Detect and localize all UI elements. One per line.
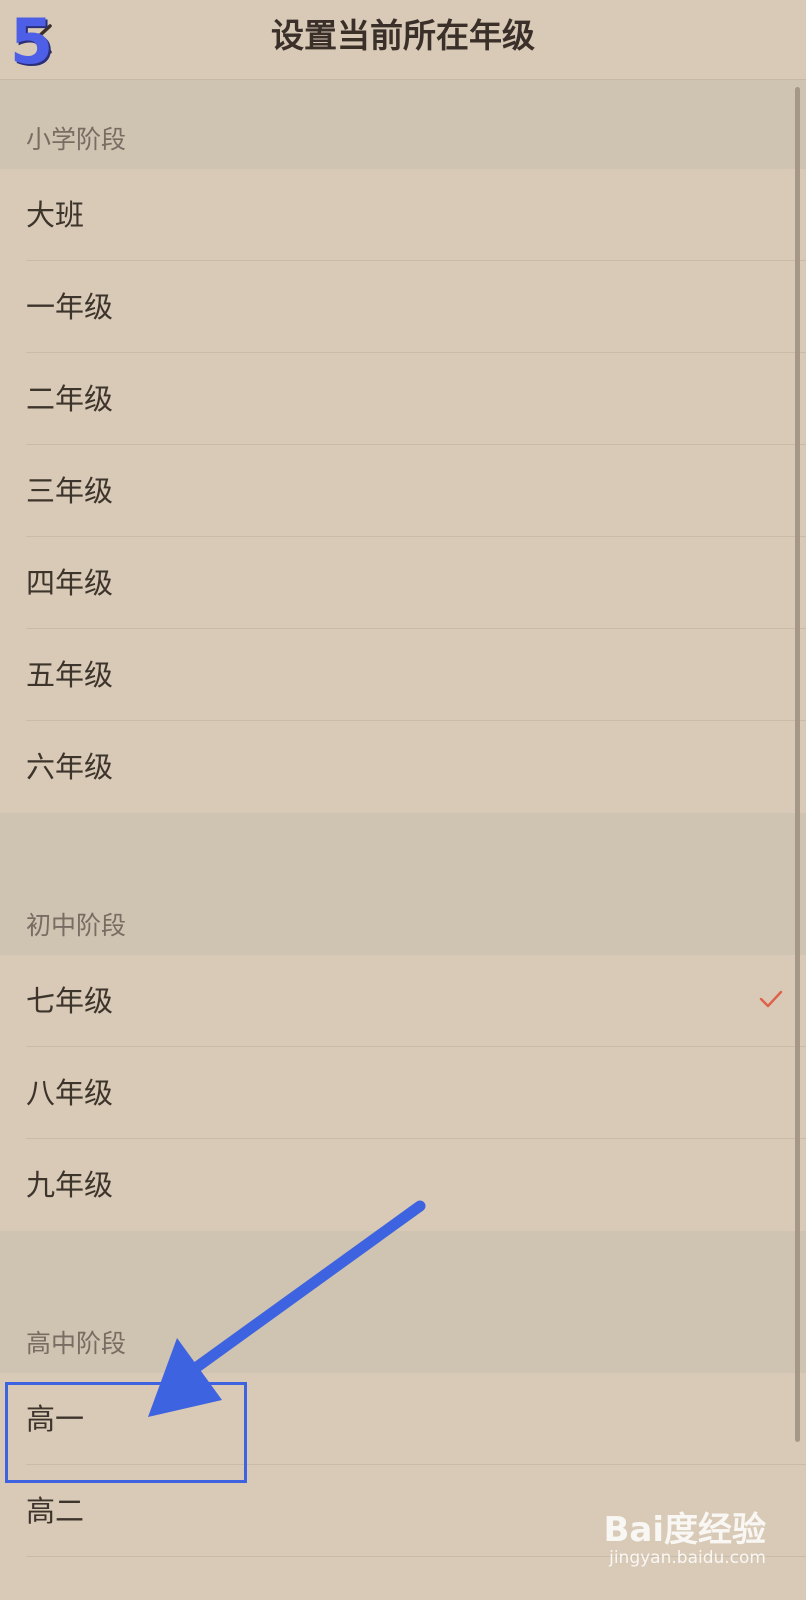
annotation-highlight-box: [5, 1382, 247, 1483]
item-label: 七年级: [26, 984, 114, 1018]
item-label: 五年级: [26, 658, 114, 692]
item-label: 大班: [26, 198, 85, 232]
list-item[interactable]: 八年级: [0, 1047, 806, 1139]
section-header-junior-high: 初中阶段: [0, 813, 806, 955]
page-title: 设置当前所在年级: [271, 16, 535, 55]
list-item[interactable]: 四年级: [0, 537, 806, 629]
watermark-brand: Bai度经验: [603, 1510, 766, 1550]
item-label: 三年级: [26, 474, 114, 508]
list-item[interactable]: 五年级: [0, 629, 806, 721]
top-bar: 5 设置当前所在年级: [0, 0, 806, 80]
watermark-url: jingyan.baidu.com: [609, 1548, 766, 1568]
watermark: Bai度经验 jingyan.baidu.com: [596, 1502, 766, 1572]
section-title: 高中阶段: [26, 1329, 127, 1358]
item-label: 四年级: [26, 566, 114, 600]
item-label: 二年级: [26, 382, 114, 416]
list-item[interactable]: 二年级: [0, 353, 806, 445]
list-item[interactable]: 六年级: [0, 721, 806, 813]
checkmark-icon: [759, 990, 783, 1008]
section-header-senior-high: 高中阶段: [0, 1231, 806, 1373]
scrollbar[interactable]: [795, 87, 800, 1442]
list-item[interactable]: 九年级: [0, 1139, 806, 1231]
item-label: 一年级: [26, 290, 114, 324]
item-label: 九年级: [26, 1168, 114, 1202]
section-header-primary: 小学阶段: [0, 80, 806, 169]
list-item-selected[interactable]: 七年级: [0, 955, 806, 1047]
list-item[interactable]: 一年级: [0, 261, 806, 353]
screen: 5 设置当前所在年级 小学阶段 大班 一年级 二年级 三年级 四年级 五年级 六…: [0, 0, 806, 1600]
item-label: 六年级: [26, 750, 114, 784]
item-label: 八年级: [26, 1076, 114, 1110]
grade-list: 小学阶段 大班 一年级 二年级 三年级 四年级 五年级 六年级 初中阶段 七年级…: [0, 80, 806, 1557]
section-title: 小学阶段: [26, 125, 127, 154]
list-item[interactable]: 三年级: [0, 445, 806, 537]
list-item[interactable]: 大班: [0, 169, 806, 261]
section-title: 初中阶段: [26, 911, 127, 940]
